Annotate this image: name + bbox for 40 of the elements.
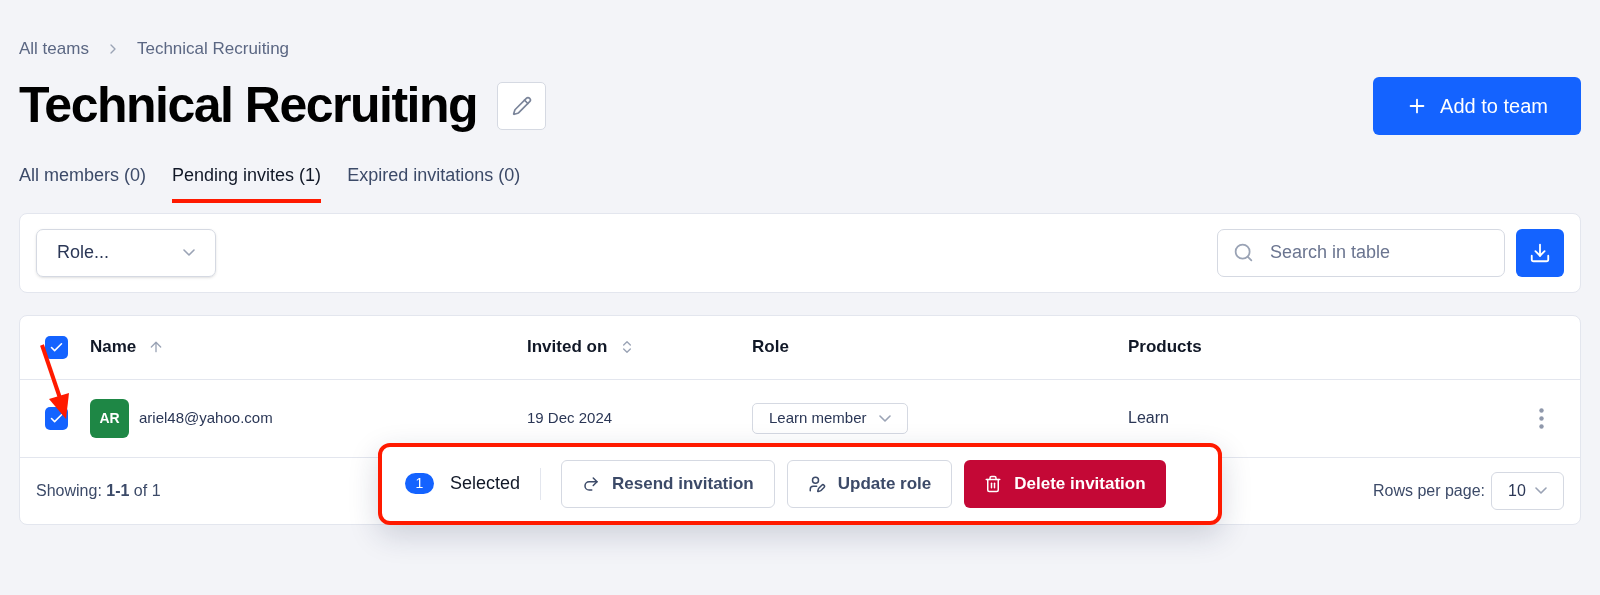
chevron-down-icon — [878, 414, 891, 422]
tab[interactable]: Expired invitations (0) — [347, 161, 521, 203]
tab[interactable]: All members (0) — [19, 161, 147, 203]
page-title: Technical Recruiting — [19, 76, 478, 135]
email-text: ariel48@yahoo.com — [139, 407, 273, 428]
breadcrumb-current: Technical Recruiting — [136, 38, 290, 60]
selected-label: Selected — [450, 472, 521, 495]
kebab-menu-icon — [1539, 407, 1544, 429]
column-header: Products — [1128, 336, 1202, 359]
chevron-down-icon — [1535, 487, 1547, 494]
edit-title-button[interactable] — [497, 81, 547, 130]
showing-count: Showing: 1-1 of 1 — [36, 480, 161, 501]
table-cell-text: Learn — [1128, 408, 1170, 428]
search-icon — [1233, 241, 1254, 263]
selected-count-badge: 1 — [405, 473, 434, 494]
download-button[interactable] — [1516, 228, 1564, 277]
rows-per-page-label: Rows per page: — [1372, 480, 1485, 501]
user-edit-icon — [807, 474, 826, 493]
add-to-team-button[interactable]: Add to team — [1373, 76, 1581, 135]
role-select[interactable]: Learn member — [752, 402, 908, 434]
avatar: AR — [90, 398, 129, 438]
pencil-icon — [511, 95, 532, 116]
column-header: Name — [90, 336, 137, 359]
more-options-button[interactable] — [1539, 407, 1544, 429]
delete-invitation-button[interactable]: Delete invitation — [964, 459, 1166, 508]
chevron-down-icon — [183, 249, 195, 256]
search-field[interactable]: Search in table — [1217, 228, 1505, 277]
column-header: Invited on — [527, 336, 608, 359]
column-header: Role — [752, 336, 789, 359]
resend-invitation-button[interactable]: Resend invitation — [561, 459, 775, 508]
table-cell-text: 19 Dec 2024 — [527, 407, 614, 428]
tab[interactable]: Pending invites (1) — [172, 161, 322, 203]
download-icon — [1529, 241, 1551, 264]
update-role-button[interactable]: Update role — [786, 459, 953, 508]
role-dropdown[interactable]: Role... — [36, 228, 216, 277]
rows-per-page-select[interactable]: 10 — [1491, 471, 1564, 510]
trash-icon — [984, 474, 1003, 493]
redo-arrow-icon — [582, 474, 601, 493]
breadcrumb-link[interactable]: All teams — [19, 36, 89, 62]
checkbox[interactable] — [45, 335, 68, 359]
